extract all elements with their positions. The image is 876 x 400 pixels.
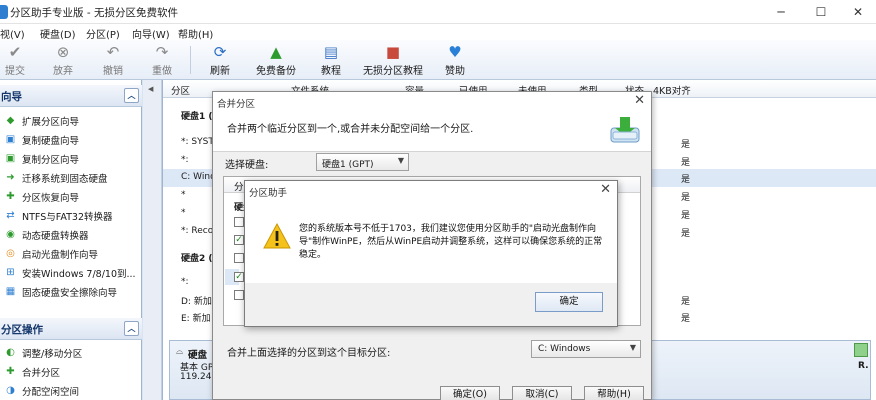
- menu-view[interactable]: 视(V): [0, 26, 25, 41]
- copy-partition-icon: ▣: [5, 153, 16, 164]
- partition-checkbox[interactable]: ✓: [234, 235, 244, 245]
- warning-icon: [263, 223, 291, 249]
- discard-button[interactable]: ⊗ 放弃: [50, 43, 76, 77]
- commit-button[interactable]: ✔ 提交: [2, 43, 28, 77]
- dynamic-disk-icon: ◉: [6, 229, 15, 240]
- partition-checkbox[interactable]: ✓: [234, 272, 244, 282]
- chevron-down-icon: ▼: [629, 343, 636, 352]
- splitter[interactable]: ◀: [143, 80, 162, 400]
- chevron-down-icon: ▼: [397, 156, 404, 165]
- sidebar-item-install-windows[interactable]: ⊞ 安装Windows 7/8/10到...: [0, 263, 142, 282]
- tutorial-button[interactable]: ▤ 教程: [318, 43, 344, 77]
- disk-icon: ⌓: [176, 347, 184, 357]
- extend-icon: ◆: [6, 115, 15, 126]
- alert-titlebar: 分区助手 ✕: [245, 181, 617, 201]
- merge-icon: [610, 117, 640, 143]
- refresh-icon: ⟳: [213, 43, 227, 61]
- ok-button[interactable]: 确定(O): [440, 386, 500, 400]
- heart-icon: ♥: [448, 43, 462, 61]
- disk-name: 硬盘: [188, 350, 208, 361]
- alert-body: 您的系统版本号不低于1703，我们建议您使用分区助手的"启动光盘制作向导"制作W…: [245, 201, 617, 283]
- sidebar-item-extend-wizard[interactable]: ◆ 扩展分区向导: [0, 111, 142, 130]
- sidebar-item-bootable-media[interactable]: ◎ 启动光盘制作向导: [0, 244, 142, 263]
- redo-icon: ↷: [155, 43, 169, 61]
- disk-select[interactable]: 硬盘1 (GPT) ▼: [316, 153, 409, 171]
- app-icon: [0, 5, 8, 19]
- alert-ok-button[interactable]: 确定: [535, 292, 603, 312]
- undo-button[interactable]: ↶ 撤销: [100, 43, 126, 77]
- free-backup-button[interactable]: ▲ 免费备份: [252, 43, 300, 77]
- sidebar-item-ssd-erase[interactable]: ▦ 固态硬盘安全擦除向导: [0, 282, 142, 301]
- menu-partition[interactable]: 分区(P): [86, 26, 120, 41]
- partition-ops-section-header[interactable]: 分区操作 ︿: [0, 318, 142, 340]
- collapse-arrow-icon[interactable]: ◀: [148, 85, 153, 93]
- sidebar-item-copy-partition[interactable]: ▣ 复制分区向导: [0, 149, 142, 168]
- backup-icon: ▲: [270, 43, 282, 61]
- convert-icon: ⇄: [6, 210, 15, 221]
- maximize-button[interactable]: ☐: [801, 2, 841, 22]
- lossless-tutorial-button[interactable]: ■ 无损分区教程: [362, 43, 424, 77]
- minimize-button[interactable]: ─: [761, 2, 801, 22]
- merge-dialog-titlebar: 合并分区 ✕: [213, 92, 651, 112]
- menu-wizard[interactable]: 向导(W): [132, 26, 170, 41]
- copy-disk-icon: ▣: [5, 134, 16, 145]
- checkmark-icon: ✔: [8, 43, 22, 61]
- merge-dialog-header: 合并两个临近分区到一个,或合并未分配空间给一个分区.: [213, 112, 651, 152]
- partition-assistant-alert: 分区助手 ✕ 您的系统版本号不低于1703，我们建议您使用分区助手的"启动光盘制…: [244, 180, 618, 327]
- sidebar-item-copy-disk[interactable]: ▣ 复制硬盘向导: [0, 130, 142, 149]
- collapse-chevron-icon[interactable]: ︿: [124, 321, 139, 336]
- partition-checkbox[interactable]: [234, 290, 244, 300]
- help-button[interactable]: 帮助(H): [584, 386, 644, 400]
- recovery-icon: ✚: [6, 191, 15, 202]
- target-partition-select[interactable]: C: Windows ▼: [531, 340, 641, 358]
- target-partition-label: 合并上面选择的分区到这个目标分区:: [227, 348, 391, 359]
- close-button[interactable]: ✕: [838, 2, 876, 22]
- resize-icon: ◐: [6, 347, 15, 358]
- partition-tag: R.: [858, 361, 869, 371]
- merge-icon: ✚: [6, 366, 15, 377]
- migrate-icon: ➜: [6, 172, 15, 183]
- donate-button[interactable]: ♥ 赞助: [442, 43, 468, 77]
- sidebar-item-resize-move[interactable]: ◐ 调整/移动分区: [0, 343, 142, 362]
- sidebar-item-partition-recovery[interactable]: ✚ 分区恢复向导: [0, 187, 142, 206]
- sidebar-item-allocate-space[interactable]: ◑ 分配空闲空间: [0, 381, 142, 400]
- sidebar-item-dynamic-disk[interactable]: ◉ 动态硬盘转换器: [0, 225, 142, 244]
- sidebar-item-ntfs-fat32[interactable]: ⇄ NTFS与FAT32转换器: [0, 206, 142, 225]
- sidebar-item-migrate-ssd[interactable]: ➜ 迁移系统到固态硬盘: [0, 168, 142, 187]
- alert-message: 您的系统版本号不低于1703，我们建议您使用分区助手的"启动光盘制作向导"制作W…: [299, 224, 603, 260]
- menu-disk[interactable]: 硬盘(D): [40, 26, 76, 41]
- sidebar: 向导 ︿ ◆ 扩展分区向导 ▣ 复制硬盘向导 ▣ 复制分区向导 ➜ 迁移系统到固…: [0, 80, 142, 400]
- cancel-button[interactable]: 取消(C): [512, 386, 572, 400]
- close-icon[interactable]: ✕: [600, 182, 611, 197]
- title-bar: 分区助手专业版 - 无损分区免费软件 ─ ☐ ✕: [0, 0, 876, 24]
- allocate-icon: ◑: [6, 385, 15, 396]
- disc-icon: ◎: [6, 248, 15, 259]
- undo-icon: ↶: [106, 43, 120, 61]
- windows-icon: ⊞: [6, 267, 15, 278]
- partition-checkbox[interactable]: [234, 217, 244, 227]
- sidebar-item-merge[interactable]: ✚ 合并分区: [0, 362, 142, 381]
- menu-bar: 视(V) 硬盘(D) 分区(P) 向导(W) 帮助(H): [0, 24, 876, 41]
- ssd-erase-icon: ▦: [5, 286, 16, 297]
- discard-icon: ⊗: [56, 43, 70, 61]
- toolbar-divider: [190, 46, 191, 74]
- book-icon: ▤: [323, 43, 339, 61]
- gift-icon: ■: [385, 43, 401, 61]
- window-title: 分区助手专业版 - 无损分区免费软件: [10, 7, 178, 19]
- partition-checkbox[interactable]: [234, 253, 244, 263]
- select-disk-label: 选择硬盘:: [225, 160, 269, 171]
- redo-button[interactable]: ↷ 重做: [149, 43, 175, 77]
- collapse-chevron-icon[interactable]: ︿: [124, 88, 139, 103]
- toolbar: ✔ 提交 ⊗ 放弃 ↶ 撤销 ↷ 重做 ⟳ 刷新 ▲ 免费备份 ▤ 教程 ■ 无…: [0, 40, 876, 80]
- wizard-section-header[interactable]: 向导 ︿: [0, 85, 142, 107]
- refresh-button[interactable]: ⟳ 刷新: [206, 43, 234, 77]
- close-icon[interactable]: ✕: [634, 93, 645, 108]
- menu-help[interactable]: 帮助(H): [178, 26, 213, 41]
- partition-block[interactable]: [854, 343, 868, 357]
